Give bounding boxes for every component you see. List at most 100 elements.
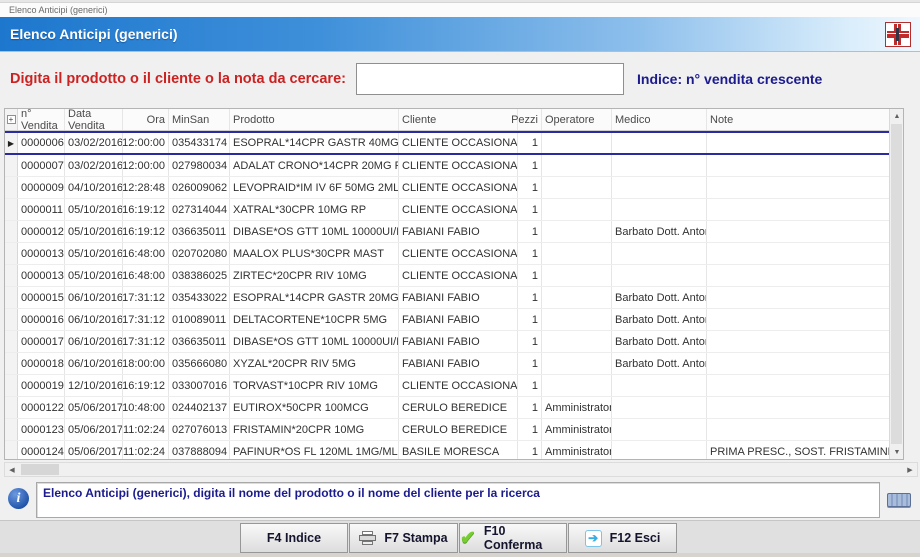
f7-stampa-button[interactable]: F7 Stampa	[349, 523, 458, 553]
table-cell: 0000006	[18, 133, 65, 153]
table-cell: FRISTAMIN*20CPR 10MG	[230, 419, 399, 440]
table-cell: Barbato Dott. Antonio	[612, 353, 707, 374]
table-row[interactable]: 000001806/10/201618:00:00035666080XYZAL*…	[5, 353, 889, 375]
table-row[interactable]: 000001912/10/201616:19:12033007016TORVAS…	[5, 375, 889, 397]
table-cell: 0000122	[18, 397, 65, 418]
window-titlebar: Elenco Anticipi (generici)	[0, 3, 920, 17]
table-cell: DELTACORTENE*10CPR 5MG	[230, 309, 399, 330]
table-cell	[707, 243, 889, 264]
horizontal-scrollbar-thumb[interactable]	[21, 464, 59, 475]
table-cell: 0000012	[18, 221, 65, 242]
table-row[interactable]: 000001305/10/201616:48:00038386025ZIRTEC…	[5, 265, 889, 287]
table-cell	[542, 265, 612, 286]
table-cell: 04/10/2016	[65, 177, 123, 198]
table-cell	[707, 375, 889, 396]
table-cell: 12/10/2016	[65, 375, 123, 396]
table-cell: 0000123	[18, 419, 65, 440]
table-row[interactable]: 000001205/10/201616:19:12036635011DIBASE…	[5, 221, 889, 243]
function-button-bar: F4 Indice F7 Stampa ✔ F10 Conferma ➔ F12…	[0, 520, 920, 553]
status-bar: i Elenco Anticipi (generici), digita il …	[0, 480, 920, 518]
window-title: Elenco Anticipi (generici)	[9, 5, 108, 15]
column-header[interactable]: MinSan	[169, 109, 230, 130]
f12-esci-label: F12 Esci	[610, 531, 661, 545]
table-row[interactable]: 000001305/10/201616:48:00020702080MAALOX…	[5, 243, 889, 265]
table-cell	[612, 375, 707, 396]
table-cell: 12:28:48	[123, 177, 169, 198]
column-header[interactable]: Note	[707, 109, 889, 130]
table-cell	[707, 353, 889, 374]
row-selector-cell	[5, 155, 18, 176]
table-cell: 06/10/2016	[65, 331, 123, 352]
table-cell	[542, 375, 612, 396]
table-cell: CERULO BEREDICE	[399, 419, 518, 440]
row-selector-cell	[5, 199, 18, 220]
table-cell	[542, 243, 612, 264]
table-cell: 0000009	[18, 177, 65, 198]
table-row[interactable]: 000000904/10/201612:28:48026009062LEVOPR…	[5, 177, 889, 199]
row-selector-cell	[5, 441, 18, 459]
horizontal-scrollbar[interactable]: ◀ ▶	[4, 462, 918, 477]
table-row[interactable]: 000001105/10/201616:19:12027314044XATRAL…	[5, 199, 889, 221]
table-row[interactable]: 000012405/06/201711:02:24037888094PAFINU…	[5, 441, 889, 459]
column-header[interactable]: Ora	[123, 109, 169, 130]
f4-indice-label: F4 Indice	[267, 531, 321, 545]
table-body: ▶000000603/02/201612:00:00035433174ESOPR…	[5, 131, 889, 459]
table-cell	[612, 265, 707, 286]
f4-indice-button[interactable]: F4 Indice	[240, 523, 348, 553]
table-row[interactable]: 000012305/06/201711:02:24027076013FRISTA…	[5, 419, 889, 441]
table-cell: 1	[518, 265, 542, 286]
table-cell: 0000018	[18, 353, 65, 374]
table-cell: 17:31:12	[123, 309, 169, 330]
table-cell: 05/06/2017	[65, 397, 123, 418]
keyboard-icon[interactable]	[887, 493, 911, 507]
scroll-right-icon[interactable]: ▶	[903, 463, 917, 476]
app-window: Elenco Anticipi (generici) Elenco Antici…	[0, 0, 920, 557]
table-cell: 1	[518, 309, 542, 330]
table-cell: 0000015	[18, 287, 65, 308]
column-header[interactable]: Prodotto	[230, 109, 399, 130]
table-cell: FABIANI FABIO	[399, 331, 518, 352]
search-input[interactable]	[356, 63, 624, 95]
table-row[interactable]: 000012205/06/201710:48:00024402137EUTIRO…	[5, 397, 889, 419]
table-cell: 027314044	[169, 199, 230, 220]
column-header[interactable]: Data Vendita	[65, 109, 123, 130]
table-row[interactable]: ▶000000603/02/201612:00:00035433174ESOPR…	[5, 131, 889, 155]
scroll-down-icon[interactable]: ▼	[890, 445, 904, 459]
table-cell	[542, 353, 612, 374]
table-cell	[542, 221, 612, 242]
table-row[interactable]: 000001506/10/201617:31:12035433022ESOPRA…	[5, 287, 889, 309]
sort-index-label: Indice: n° vendita crescente	[637, 71, 822, 87]
scroll-left-icon[interactable]: ◀	[5, 463, 19, 476]
column-header[interactable]: Cliente	[399, 109, 518, 130]
table-cell: 0000013	[18, 243, 65, 264]
column-header[interactable]: n° Vendita	[18, 109, 65, 130]
table-row[interactable]: 000001606/10/201617:31:12010089011DELTAC…	[5, 309, 889, 331]
printer-icon	[359, 531, 376, 545]
table-cell: 027076013	[169, 419, 230, 440]
table-cell	[612, 177, 707, 198]
table-cell: 035666080	[169, 353, 230, 374]
status-message-box: Elenco Anticipi (generici), digita il no…	[36, 482, 880, 518]
f10-conferma-button[interactable]: ✔ F10 Conferma	[459, 523, 567, 553]
column-header[interactable]: Pezzi	[518, 109, 542, 130]
column-header[interactable]: Medico	[612, 109, 707, 130]
f12-esci-button[interactable]: ➔ F12 Esci	[568, 523, 677, 553]
table-cell: DIBASE*OS GTT 10ML 10000UI/ML	[230, 331, 399, 352]
table-cell: CLIENTE OCCASIONALE	[399, 243, 518, 264]
vertical-scrollbar[interactable]: ▲ ▼	[889, 109, 903, 459]
table-cell: ZIRTEC*20CPR RIV 10MG	[230, 265, 399, 286]
table-cell: 1	[518, 221, 542, 242]
table-cell: Amministratore	[542, 441, 612, 459]
scroll-up-icon[interactable]: ▲	[890, 109, 904, 123]
table-cell: 036635011	[169, 221, 230, 242]
check-icon: ✔	[460, 529, 476, 548]
expand-icon[interactable]: +	[7, 115, 16, 124]
table-row[interactable]: 000001706/10/201617:31:12036635011DIBASE…	[5, 331, 889, 353]
vertical-scrollbar-thumb[interactable]	[891, 124, 902, 444]
column-header[interactable]: Operatore	[542, 109, 612, 130]
status-message: Elenco Anticipi (generici), digita il no…	[43, 486, 540, 500]
table-cell: 03/02/2016	[65, 155, 123, 176]
table-row[interactable]: 000000703/02/201612:00:00027980034ADALAT…	[5, 155, 889, 177]
table-cell	[612, 397, 707, 418]
expand-all-cell[interactable]: +	[5, 109, 18, 130]
